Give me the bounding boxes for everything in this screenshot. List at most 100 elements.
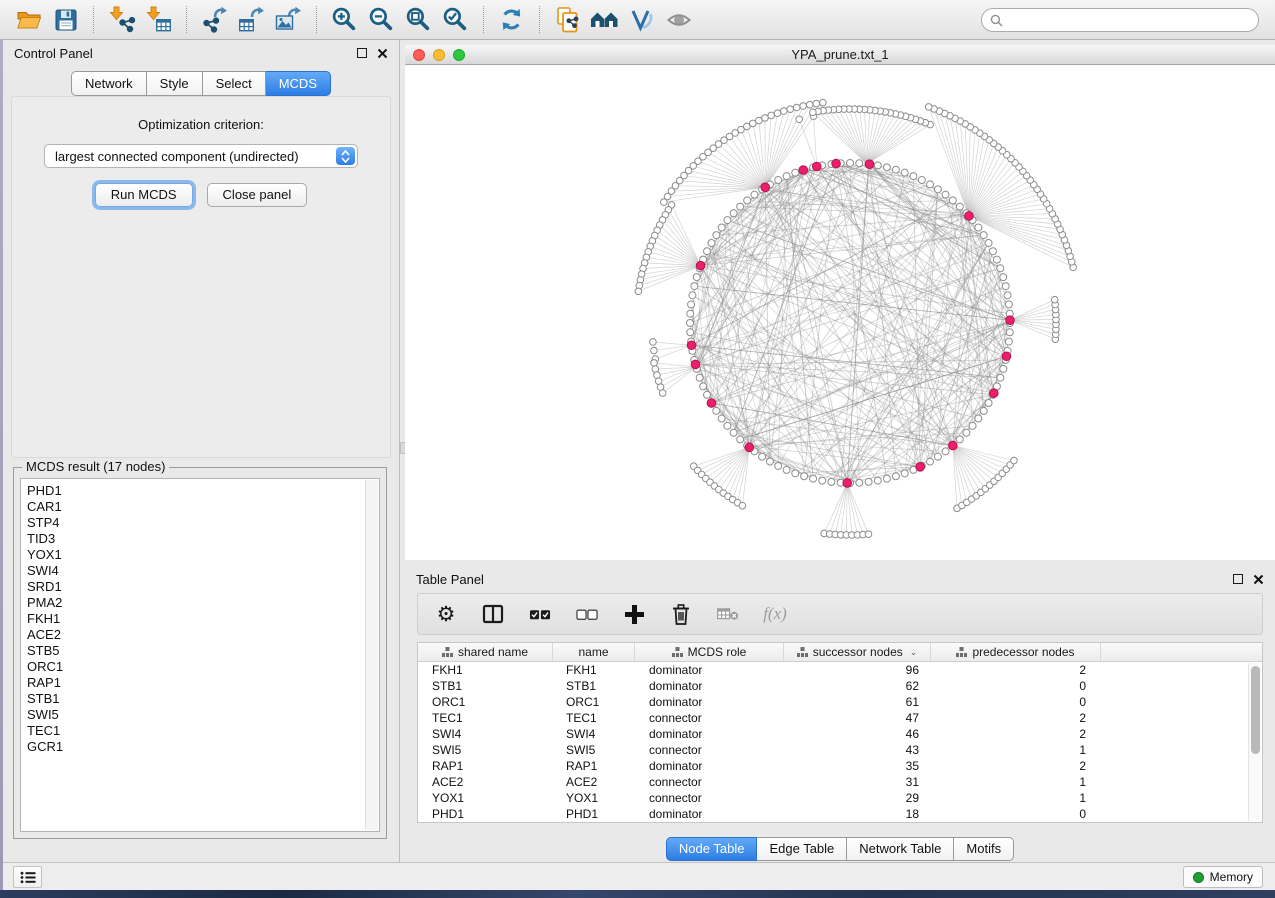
mcds-node[interactable] — [965, 212, 974, 221]
mcds-result-item: PHD1 — [27, 483, 379, 499]
style-preview-icon[interactable] — [626, 5, 657, 35]
tab-edge-table[interactable]: Edge Table — [757, 837, 847, 861]
mcds-node[interactable] — [990, 389, 999, 398]
select-stepper-icon — [336, 147, 355, 165]
table-row[interactable]: SWI4SWI4dominator462 — [418, 726, 1262, 742]
cell-predecessor-nodes: 0 — [931, 695, 1101, 709]
zoom-out-icon[interactable] — [366, 5, 397, 35]
network-home-icon[interactable] — [589, 5, 620, 35]
table-row[interactable]: PHD1PHD1dominator180 — [418, 806, 1262, 822]
mcds-node[interactable] — [799, 166, 808, 175]
mcds-node[interactable] — [865, 160, 874, 169]
cell-MCDS-role: dominator — [635, 759, 784, 773]
mcds-node[interactable] — [687, 341, 696, 350]
table-row[interactable]: YOX1YOX1connector291 — [418, 790, 1262, 806]
table-scrollbar-thumb[interactable] — [1251, 666, 1260, 754]
zoom-in-icon[interactable] — [329, 5, 360, 35]
float-panel-icon[interactable] — [357, 48, 367, 58]
save-icon[interactable] — [50, 5, 81, 35]
float-table-panel-icon[interactable] — [1233, 574, 1243, 584]
cell-predecessor-nodes: 1 — [931, 743, 1101, 757]
cell-shared-name: PHD1 — [418, 807, 553, 821]
result-scrollbar[interactable] — [365, 480, 378, 830]
tab-style[interactable]: Style — [147, 71, 203, 96]
mcds-node[interactable] — [916, 463, 925, 472]
mcds-node[interactable] — [696, 261, 705, 270]
toolbar-separator — [483, 6, 484, 33]
mcds-node[interactable] — [1006, 316, 1015, 325]
close-panel-button[interactable]: Close panel — [207, 183, 308, 207]
zoom-fit-icon[interactable] — [403, 5, 434, 35]
close-table-panel-icon[interactable] — [1253, 574, 1264, 585]
mcds-node[interactable] — [691, 360, 700, 369]
import-table-icon[interactable] — [143, 5, 174, 35]
tab-select[interactable]: Select — [203, 71, 266, 96]
add-column-icon[interactable] — [623, 602, 645, 626]
mcds-node[interactable] — [707, 399, 716, 408]
column-header-name[interactable]: name — [553, 643, 635, 661]
search-box[interactable] — [981, 8, 1259, 32]
network-canvas[interactable] — [405, 66, 1275, 560]
table-scrollbar[interactable] — [1248, 663, 1261, 821]
select-all-icon[interactable] — [529, 602, 551, 626]
tab-mcds[interactable]: MCDS — [266, 71, 331, 96]
cell-predecessor-nodes: 1 — [931, 791, 1101, 805]
mcds-node[interactable] — [843, 479, 852, 488]
column-header-successor-nodes[interactable]: successor nodes⌄ — [784, 643, 931, 661]
delete-column-icon[interactable] — [670, 602, 692, 626]
sort-indicator-icon: ⌄ — [910, 647, 918, 658]
table-row[interactable]: SWI5SWI5connector431 — [418, 742, 1262, 758]
table-row[interactable]: ACE2ACE2connector311 — [418, 774, 1262, 790]
mcds-result-item: PMA2 — [27, 595, 379, 611]
control-panel-title: Control Panel — [14, 46, 93, 61]
mcds-node[interactable] — [949, 441, 958, 450]
cell-MCDS-role: dominator — [635, 727, 784, 741]
memory-button[interactable]: Memory — [1183, 866, 1263, 888]
cell-name: RAP1 — [553, 759, 635, 773]
search-input[interactable] — [1003, 11, 1248, 29]
refresh-layout-icon[interactable] — [496, 5, 527, 35]
mcds-node[interactable] — [745, 443, 754, 452]
zoom-selected-icon[interactable] — [440, 5, 471, 35]
column-label: name — [578, 645, 608, 659]
close-panel-icon[interactable] — [377, 48, 388, 59]
mcds-node[interactable] — [761, 183, 770, 192]
table-row[interactable]: RAP1RAP1dominator352 — [418, 758, 1262, 774]
cell-MCDS-role: dominator — [635, 679, 784, 693]
tab-network[interactable]: Network — [71, 71, 147, 96]
tab-network-table[interactable]: Network Table — [847, 837, 954, 861]
hide-eye-icon[interactable] — [663, 5, 694, 35]
mcds-result-list[interactable]: PHD1CAR1STP4TID3YOX1SWI4SRD1PMA2FKH1ACE2… — [20, 478, 380, 832]
export-table-icon[interactable] — [236, 5, 267, 35]
table-row[interactable]: FKH1FKH1dominator962 — [418, 662, 1262, 678]
criterion-select[interactable]: largest connected component (undirected) — [44, 144, 358, 168]
run-mcds-button[interactable]: Run MCDS — [95, 183, 193, 207]
mcds-node[interactable] — [832, 159, 841, 168]
tab-node-table[interactable]: Node Table — [666, 837, 758, 861]
cell-predecessor-nodes: 1 — [931, 775, 1101, 789]
table-panel: Table Panel ⚙f(x) shared namenameMCDS ro… — [405, 566, 1275, 862]
mcds-node[interactable] — [812, 162, 821, 171]
import-network-icon[interactable] — [106, 5, 137, 35]
mcds-node[interactable] — [1002, 352, 1011, 361]
share-document-icon[interactable] — [552, 5, 583, 35]
task-history-button[interactable] — [13, 866, 42, 888]
column-header-shared-name[interactable]: shared name — [418, 643, 553, 661]
open-file-icon[interactable] — [13, 5, 44, 35]
settings-gear-icon[interactable]: ⚙ — [435, 602, 457, 626]
split-view-icon[interactable] — [482, 602, 504, 626]
memory-label: Memory — [1210, 870, 1253, 884]
table-row[interactable]: TEC1TEC1connector472 — [418, 710, 1262, 726]
shared-column-icon — [956, 647, 967, 657]
list-icon — [20, 871, 36, 884]
deselect-all-icon[interactable] — [576, 602, 598, 626]
tab-motifs[interactable]: Motifs — [954, 837, 1014, 861]
export-image-icon[interactable] — [273, 5, 304, 35]
table-row[interactable]: ORC1ORC1dominator610 — [418, 694, 1262, 710]
column-header-predecessor-nodes[interactable]: predecessor nodes — [931, 643, 1101, 661]
export-network-icon[interactable] — [199, 5, 230, 35]
table-row[interactable]: STB1STB1dominator620 — [418, 678, 1262, 694]
toolbar-separator — [316, 6, 317, 33]
mcds-result-item: ACE2 — [27, 627, 379, 643]
column-header-MCDS-role[interactable]: MCDS role — [635, 643, 784, 661]
